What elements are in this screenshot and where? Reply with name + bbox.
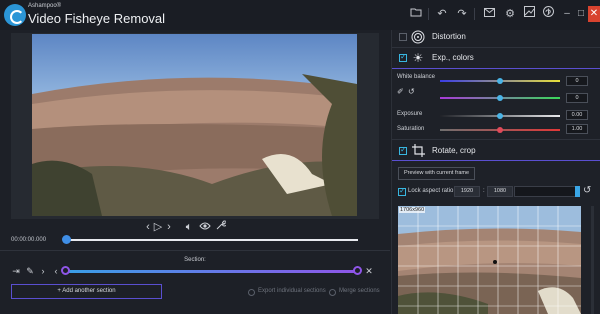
section-end-handle[interactable] [353, 266, 362, 275]
divider [392, 160, 600, 161]
saturation-label: Saturation [397, 126, 425, 132]
scrollbar[interactable] [591, 206, 594, 314]
aspect-height-input[interactable]: 1080 [487, 186, 513, 197]
info-icon[interactable] [540, 6, 556, 22]
saturation-knob[interactable] [497, 127, 503, 133]
chevron-down-icon[interactable] [575, 186, 580, 197]
divider [392, 68, 600, 69]
canyon-image [32, 74, 357, 216]
distortion-checkbox[interactable] [399, 33, 407, 41]
divider [0, 250, 390, 251]
seek-handle[interactable] [62, 235, 71, 244]
video-preview[interactable] [32, 34, 357, 216]
rotate-crop-label: Rotate, crop [432, 146, 476, 155]
add-section-label: Add another section [62, 288, 116, 294]
remove-section-icon[interactable]: ✕ [364, 266, 374, 276]
mail-icon[interactable] [481, 6, 497, 22]
eyedropper-icon[interactable]: ✐ [397, 87, 406, 96]
aspect-width-input[interactable]: 1920 [454, 186, 480, 197]
brand-label: Ashampoo® [28, 3, 62, 9]
divider [392, 139, 600, 140]
section-label: Section: [184, 257, 206, 263]
aspect-ratio-select[interactable] [514, 186, 580, 197]
minimize-icon[interactable]: – [560, 6, 574, 22]
preview-current-frame-button[interactable]: Preview with current frame [398, 167, 475, 180]
white-balance-value-2[interactable]: 0 [566, 93, 588, 103]
crop-dimensions: 1706x960 [399, 207, 426, 213]
next-frame-icon[interactable]: › [162, 220, 176, 234]
section-prev-icon[interactable]: ‹ [51, 266, 61, 276]
exposure-label: Exposure [397, 111, 423, 117]
volume-icon[interactable]: 🔈︎ [182, 220, 196, 234]
exp-colors-label: Exp., colors [432, 53, 474, 62]
eye-icon[interactable] [198, 220, 212, 234]
toolbar-divider [474, 8, 475, 20]
rotate-reset-icon[interactable]: ↺ [583, 185, 595, 197]
app-title: Video Fisheye Removal [28, 11, 166, 26]
section-start-handle[interactable] [61, 266, 70, 275]
rotate-crop-checkbox[interactable] [399, 145, 407, 155]
folder-icon[interactable] [408, 6, 424, 22]
white-balance-knob[interactable] [497, 78, 503, 84]
toolbar-divider [428, 8, 429, 20]
export-individual-label: Export individual sections [258, 288, 326, 294]
lock-aspect-checkbox[interactable] [398, 186, 406, 196]
merge-sections-label: Merge sections [339, 288, 380, 294]
aspect-separator: : [483, 188, 485, 194]
redo-icon[interactable]: ↷ [454, 6, 470, 22]
crop-preview-image [398, 206, 581, 314]
gear-icon[interactable]: ⚙ [502, 6, 518, 22]
export-individual-radio[interactable] [248, 289, 255, 296]
divider [392, 47, 600, 48]
section-next-icon[interactable]: › [38, 266, 48, 276]
crop-preview[interactable] [398, 206, 581, 314]
saturation-value[interactable]: 1.00 [566, 124, 588, 134]
maximize-icon[interactable]: □ [574, 6, 588, 22]
white-balance-value[interactable]: 0 [566, 76, 588, 86]
section-range-track[interactable] [65, 270, 359, 273]
merge-sections-radio[interactable] [329, 289, 336, 296]
reset-icon[interactable]: ↺ [408, 87, 417, 96]
distortion-icon [411, 30, 425, 44]
distortion-label: Distortion [432, 32, 466, 41]
app-logo-icon [4, 4, 26, 26]
undo-icon[interactable]: ↶ [434, 6, 450, 22]
section-export-icon[interactable]: ⇥ [11, 266, 21, 276]
chart-icon[interactable] [521, 6, 537, 22]
exposure-value[interactable]: 0.00 [566, 110, 588, 120]
white-balance-knob-2[interactable] [497, 95, 503, 101]
pen-icon[interactable]: ✎ [25, 266, 35, 276]
timecode: 00:00:00.000 [11, 237, 47, 243]
exposure-knob[interactable] [497, 113, 503, 119]
white-balance-label: White balance [397, 74, 436, 80]
seek-bar[interactable] [66, 239, 358, 241]
close-icon[interactable]: ✕ [588, 6, 600, 22]
sun-icon: ☀ [412, 51, 424, 65]
lock-aspect-label: Lock aspect ratio [408, 188, 454, 194]
add-section-button[interactable]: + Add another section [11, 284, 162, 299]
crop-icon [411, 144, 425, 158]
wrench-icon[interactable] [214, 220, 228, 234]
exp-colors-checkbox[interactable] [399, 52, 407, 62]
